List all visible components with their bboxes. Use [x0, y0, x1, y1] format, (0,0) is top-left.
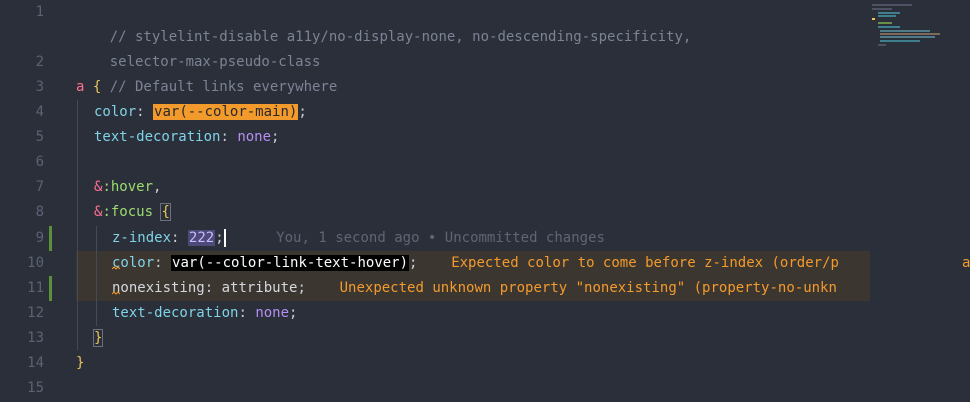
var-highlight: var(--color-main) — [153, 104, 299, 120]
line-number: 11 — [27, 280, 44, 296]
value: attribute — [221, 280, 298, 296]
property: color — [94, 104, 137, 120]
punctuation: : — [154, 255, 163, 271]
lint-error-message: Unexpected unknown property "nonexisting… — [339, 280, 837, 296]
code-line[interactable]: // Default links everywhere — [76, 50, 338, 95]
minimap[interactable] — [872, 0, 970, 402]
code-line[interactable]: &:hover, — [94, 175, 161, 200]
code-editor[interactable]: 1 2 3 4 5 6 7 8 9 10 11 12 13 14 15 // s… — [0, 0, 970, 402]
lint-error-message: Expected color to come before z-index (o… — [451, 255, 839, 271]
punctuation: ; — [289, 305, 298, 321]
code-line[interactable]: text-decoration: none; — [112, 301, 297, 326]
code-line[interactable]: &:focus { — [94, 200, 171, 225]
punctuation: : — [220, 129, 229, 145]
selected-number: 222 — [187, 230, 216, 246]
comment: // Default links everywhere — [109, 79, 338, 95]
code-line[interactable]: color: var(--color-link-text-hover); Exp… — [112, 251, 839, 276]
indent-guide — [77, 100, 78, 350]
punctuation: : — [204, 280, 214, 296]
code-line[interactable]: // stylelint-disable a11y/no-display-non… — [76, 0, 692, 45]
selected-var: var(--color-link-text-hover) — [171, 255, 410, 271]
code-line[interactable]: z-index: 222; You, 1 second ago • Uncomm… — [112, 226, 605, 251]
property: text-decoration — [112, 305, 239, 321]
pseudo-selector: :focus — [102, 204, 154, 220]
punctuation: : — [171, 230, 180, 246]
git-blame-annotation: You, 1 second ago • Uncommitted changes — [276, 230, 605, 246]
property: z-index — [112, 230, 172, 246]
value: none — [237, 129, 272, 145]
line-number: 6 — [35, 154, 44, 170]
punctuation: : — [238, 305, 247, 321]
value: none — [255, 305, 290, 321]
indent-guide — [96, 226, 97, 326]
brace: { — [160, 203, 171, 221]
punctuation: ; — [215, 230, 224, 246]
line-number: 14 — [27, 355, 44, 371]
property: text-decoration — [94, 129, 221, 145]
punctuation: ; — [297, 280, 306, 296]
unknown-property: nonexisting — [112, 280, 205, 296]
line-number: 1 — [35, 4, 44, 20]
pseudo-selector: :hover — [102, 179, 154, 195]
git-change-marker — [49, 226, 52, 251]
code-line[interactable]: } — [92, 326, 104, 351]
line-number: 2 — [35, 54, 44, 70]
line-number: 10 — [27, 255, 44, 271]
code-line[interactable]: color: var(--color-main); — [94, 100, 307, 125]
git-change-marker — [49, 276, 52, 301]
code-line[interactable]: a { — [76, 75, 101, 100]
punctuation: , — [153, 179, 162, 195]
line-number: 4 — [35, 104, 44, 120]
line-number: 5 — [35, 129, 44, 145]
brace: } — [92, 329, 104, 347]
line-number: 15 — [27, 380, 44, 396]
line-number: 9 — [35, 230, 44, 246]
selector-tag: a — [76, 79, 85, 95]
code-line[interactable]: text-decoration: none; — [94, 125, 279, 150]
line-number: 12 — [27, 305, 44, 321]
punctuation: ; — [271, 129, 280, 145]
squiggle-icon — [112, 291, 120, 295]
line-number: 7 — [35, 179, 44, 195]
line-number: 13 — [27, 330, 44, 346]
punctuation: ; — [298, 104, 307, 120]
line-number: 8 — [35, 204, 44, 220]
brace: } — [76, 355, 85, 371]
brace: { — [92, 79, 102, 95]
line-number: 3 — [35, 79, 44, 95]
squiggle-icon — [112, 266, 120, 270]
code-line[interactable]: nonexisting: attribute; Unexpected unkno… — [112, 276, 837, 301]
code-line-wrap[interactable]: selector-max-pseudo-class — [76, 25, 321, 70]
punctuation: : — [136, 104, 145, 120]
code-line[interactable]: } — [76, 351, 84, 376]
